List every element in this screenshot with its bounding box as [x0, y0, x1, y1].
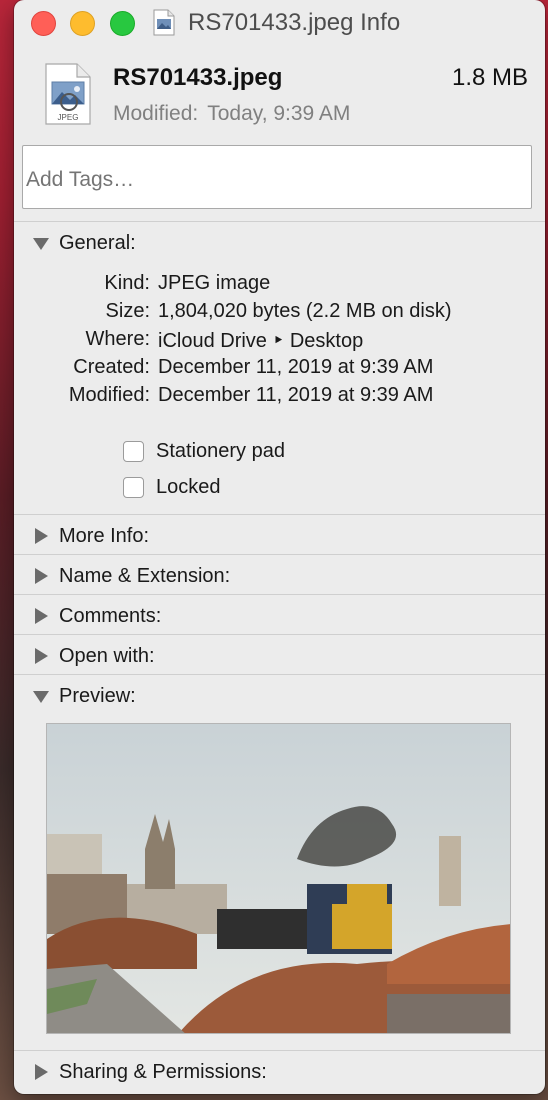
- file-icon-label: JPEG: [58, 113, 79, 122]
- info-value: December 11, 2019 at 9:39 AM: [158, 356, 434, 378]
- disclosure-expanded-icon[interactable]: [33, 691, 49, 703]
- preview-photo: [47, 724, 510, 1033]
- section-comments[interactable]: Comments:: [32, 601, 161, 631]
- disclosure-collapsed-icon[interactable]: [35, 568, 48, 584]
- modified-label: Modified:: [113, 102, 199, 125]
- info-key: Kind:: [104, 272, 150, 294]
- image-preview: [46, 723, 511, 1034]
- divider: [14, 674, 545, 675]
- section-label: Preview:: [59, 684, 136, 707]
- section-label: Name & Extension:: [59, 564, 231, 587]
- disclosure-collapsed-icon[interactable]: [35, 608, 48, 624]
- info-key: Where:: [85, 328, 150, 350]
- close-button[interactable]: [31, 11, 56, 36]
- tags-input[interactable]: [22, 145, 532, 209]
- info-row-created: Created: December 11, 2019 at 9:39 AM: [14, 356, 545, 384]
- section-label: General:: [59, 231, 136, 254]
- divider: [14, 594, 545, 595]
- section-label: Comments:: [59, 604, 162, 627]
- info-value: December 11, 2019 at 9:39 AM: [158, 384, 434, 406]
- info-value: JPEG image: [158, 272, 271, 294]
- info-row-where: Where: iCloud Drive ‣ Desktop: [14, 328, 545, 356]
- info-key: Modified:: [68, 384, 150, 406]
- section-general[interactable]: General:: [32, 228, 136, 258]
- stationery-pad-checkbox[interactable]: Stationery pad: [123, 437, 285, 465]
- divider: [14, 554, 545, 555]
- modified-summary: Modified: Today, 9:39 AM: [113, 102, 350, 126]
- info-key: Size:: [105, 300, 150, 322]
- disclosure-collapsed-icon[interactable]: [35, 1064, 48, 1080]
- checkbox-label: Locked: [156, 475, 221, 498]
- disclosure-collapsed-icon[interactable]: [35, 528, 48, 544]
- jpeg-file-icon: JPEG: [45, 63, 91, 125]
- modified-value: Today, 9:39 AM: [207, 102, 351, 125]
- info-value: 1,804,020 bytes (2.2 MB on disk): [158, 300, 452, 322]
- section-label: Sharing & Permissions:: [59, 1060, 267, 1083]
- info-key: Created:: [73, 356, 150, 378]
- info-row-size: Size: 1,804,020 bytes (2.2 MB on disk): [14, 300, 545, 328]
- section-preview[interactable]: Preview:: [32, 681, 136, 711]
- checkbox-box[interactable]: [123, 476, 144, 498]
- file-size: 1.8 MB: [451, 64, 528, 91]
- title-bar[interactable]: RS701433.jpeg Info: [14, 0, 545, 46]
- section-label: Open with:: [59, 644, 155, 667]
- section-sharing-permissions[interactable]: Sharing & Permissions:: [32, 1057, 267, 1087]
- locked-checkbox[interactable]: Locked: [123, 473, 221, 501]
- divider: [14, 1050, 545, 1051]
- file-name: RS701433.jpeg: [113, 64, 283, 91]
- zoom-button[interactable]: [110, 11, 135, 36]
- divider: [14, 634, 545, 635]
- section-label: More Info:: [59, 524, 150, 547]
- checkbox-label: Stationery pad: [156, 439, 285, 462]
- checkbox-box[interactable]: [123, 440, 144, 462]
- disclosure-expanded-icon[interactable]: [33, 238, 49, 250]
- section-open-with[interactable]: Open with:: [32, 641, 155, 671]
- divider: [14, 514, 545, 515]
- minimize-button[interactable]: [70, 11, 95, 36]
- section-name-extension[interactable]: Name & Extension:: [32, 561, 230, 591]
- disclosure-collapsed-icon[interactable]: [35, 648, 48, 664]
- divider: [14, 221, 545, 222]
- info-window: RS701433.jpeg Info JPEG RS701433.jpeg 1.…: [14, 0, 545, 1094]
- info-row-kind: Kind: JPEG image: [14, 272, 545, 300]
- window-title: RS701433.jpeg Info: [188, 9, 401, 36]
- jpeg-file-icon-small: [153, 9, 175, 36]
- info-row-modified: Modified: December 11, 2019 at 9:39 AM: [14, 384, 545, 412]
- section-more-info[interactable]: More Info:: [32, 521, 149, 551]
- info-value: iCloud Drive ‣ Desktop: [158, 330, 364, 352]
